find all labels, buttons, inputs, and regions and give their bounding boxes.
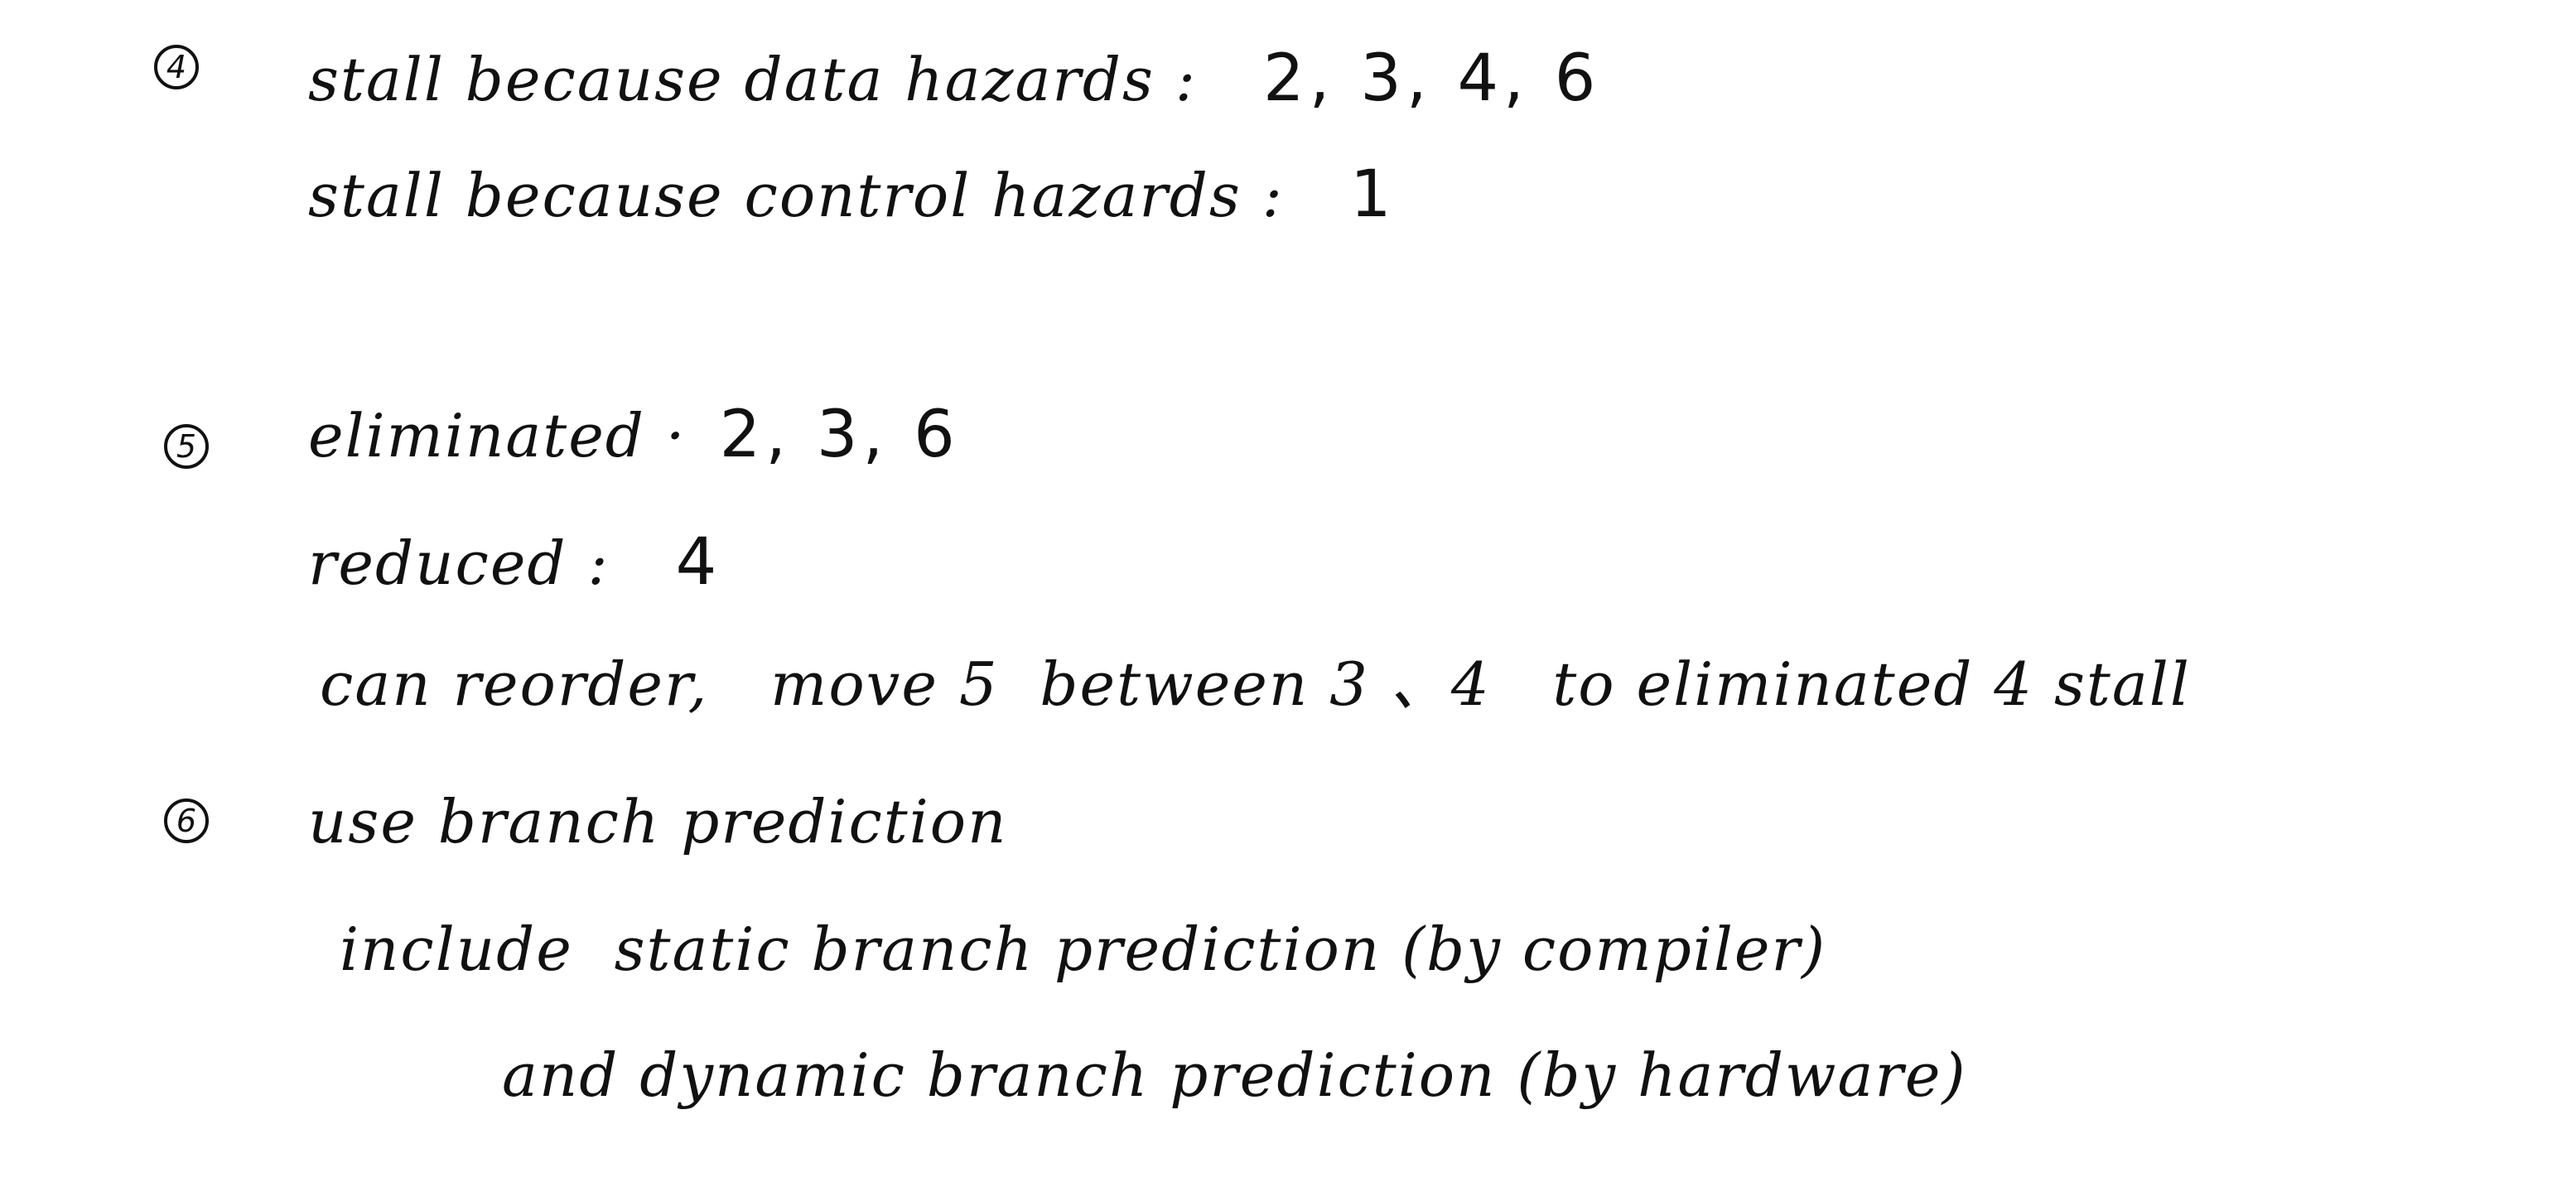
section-marker-5-label: 5 <box>176 428 197 465</box>
reduced-label: reduced : <box>308 528 610 598</box>
data-hazards-label: stall because data hazards : <box>308 45 1198 114</box>
section-5-line-reduced: reduced :4 <box>308 530 721 595</box>
section-marker-5: 5 <box>164 424 209 469</box>
section-5-line-reorder: can reorder, move 5 between 3 、4 to elim… <box>320 654 2191 714</box>
section-marker-6-label: 6 <box>176 803 197 839</box>
section-4-line-control-hazards: stall because control hazards :1 <box>308 162 1397 227</box>
control-hazards-label: stall because control hazards : <box>308 161 1284 230</box>
section-6-line-static: include static branch prediction (by com… <box>340 919 1826 979</box>
reduced-value: 4 <box>675 525 722 600</box>
branch-prediction-heading: use branch prediction <box>308 787 1008 856</box>
data-hazards-value: 2, 3, 4, 6 <box>1263 41 1601 116</box>
section-marker-6: 6 <box>164 798 209 843</box>
section-6-line-dynamic: and dynamic branch prediction (by hardwa… <box>502 1045 1967 1105</box>
section-marker-4: 4 <box>154 45 199 89</box>
eliminated-value: 2, 3, 6 <box>719 398 960 472</box>
control-hazards-value: 1 <box>1349 157 1397 232</box>
static-prediction-note: include static branch prediction (by com… <box>340 914 1827 984</box>
reorder-note: can reorder, move 5 between 3 、4 to elim… <box>320 649 2191 719</box>
dynamic-prediction-note: and dynamic branch prediction (by hardwa… <box>502 1040 1967 1110</box>
section-6-line-use-branch-prediction: use branch prediction <box>308 792 1007 852</box>
eliminated-label: eliminated · <box>308 401 687 470</box>
section-5-line-eliminated: eliminated · 2, 3, 6 <box>308 403 960 467</box>
section-marker-4-label: 4 <box>166 49 187 85</box>
handwritten-answer-page: 4 stall because data hazards :2, 3, 4, 6… <box>0 0 2576 1182</box>
section-4-line-data-hazards: stall because data hazards :2, 3, 4, 6 <box>308 46 1600 111</box>
